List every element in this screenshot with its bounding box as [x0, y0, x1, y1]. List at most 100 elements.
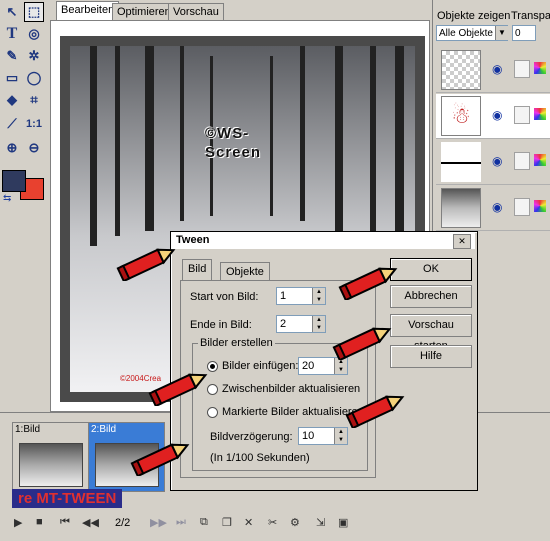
frame-label: 2:Bild	[91, 424, 117, 435]
snowman-icon: ☃	[451, 103, 471, 128]
layer-row[interactable]: ☃ ◉	[436, 94, 550, 139]
dialog-title: Tween	[176, 234, 210, 246]
frame-counter: 2/2	[115, 517, 131, 529]
wand-tool-icon[interactable]: ✲	[24, 46, 44, 66]
eye-icon[interactable]: ◉	[492, 200, 502, 214]
eye-icon[interactable]: ◉	[492, 154, 502, 168]
layer-color-icon	[534, 154, 546, 166]
tab-bild[interactable]: Bild	[182, 259, 213, 281]
update-marked-radio[interactable]	[207, 407, 218, 418]
layer-row[interactable]: ◉	[436, 140, 550, 185]
dialog-titlebar	[171, 232, 475, 249]
delay-unit-label: (In 1/100 Sekunden)	[210, 452, 310, 464]
tab-optimieren[interactable]: Optimieren	[112, 3, 176, 20]
actual-size-tool[interactable]: 1:1	[24, 114, 44, 134]
help-button[interactable]: Hilfe	[390, 345, 472, 368]
start-label: Start von Bild:	[190, 291, 259, 303]
pencil-pointer-icon	[130, 443, 190, 476]
delay-input[interactable]: 10 ▲ ▼	[298, 427, 348, 445]
layer-color-icon	[534, 108, 546, 120]
layer-thumbnail: ☃	[441, 96, 481, 136]
text-tool-icon[interactable]: T	[2, 24, 22, 44]
start-frame-value: 1	[280, 290, 287, 302]
tab-objekte[interactable]: Objekte	[220, 262, 270, 281]
next-frame-icon[interactable]: ▶▶	[150, 516, 167, 529]
export-icon[interactable]: ▣	[338, 516, 348, 529]
layer-thumbnail	[441, 142, 481, 182]
layer-link-box[interactable]	[514, 198, 530, 216]
delay-label: Bildverzögerung:	[210, 431, 293, 443]
frame-thumbnail	[19, 443, 83, 487]
tab-bearbeiten[interactable]: Bearbeiten	[56, 1, 120, 21]
end-label: Ende in Bild:	[190, 319, 252, 331]
layer-thumbnail	[441, 50, 481, 90]
eraser-tool-icon[interactable]: ▭	[2, 68, 22, 88]
spinner-arrows-icon[interactable]: ▲ ▼	[334, 428, 347, 444]
insert-frames-label: Bilder einfügen:	[222, 360, 299, 372]
start-frame-input[interactable]: 1 ▲ ▼	[276, 287, 326, 305]
pencil-pointer-icon	[338, 267, 398, 300]
end-frame-input[interactable]: 2 ▲ ▼	[276, 315, 326, 333]
properties-icon[interactable]: ⚙	[290, 516, 300, 529]
pencil-pointer-icon	[148, 373, 208, 406]
eye-icon[interactable]: ◉	[492, 108, 502, 122]
eye-icon[interactable]: ◉	[492, 62, 502, 76]
pencil-pointer-icon	[116, 248, 176, 281]
swap-colors-icon[interactable]: ⇆	[3, 193, 11, 204]
play-icon[interactable]: ▶	[14, 516, 22, 529]
foreground-color-swatch[interactable]	[2, 170, 26, 192]
zoom-in-icon[interactable]: ⊕	[2, 138, 22, 158]
preview-button[interactable]: Vorschau starten	[390, 314, 472, 352]
frame-label: 1:Bild	[15, 424, 41, 435]
layer-thumbnail	[441, 188, 481, 228]
layer-link-box[interactable]	[514, 152, 530, 170]
lasso-tool-icon[interactable]: ◯	[24, 68, 44, 88]
group-title: Bilder erstellen	[198, 337, 275, 349]
stop-icon[interactable]: ■	[36, 516, 43, 528]
spinner-arrows-icon[interactable]: ▲ ▼	[312, 316, 325, 332]
rotate-tool-icon[interactable]: ◎	[24, 24, 44, 44]
transparency-label: Transpar	[511, 10, 550, 22]
fill-tool-icon[interactable]: ◆	[2, 90, 22, 110]
tween-icon[interactable]: ✂	[268, 516, 277, 529]
first-frame-icon[interactable]: ⏮	[60, 516, 70, 529]
end-frame-value: 2	[280, 318, 287, 330]
pencil-pointer-icon	[332, 327, 392, 360]
layer-row[interactable]: ◉	[436, 186, 550, 231]
update-frames-label: Zwischenbilder aktualisieren	[222, 383, 361, 395]
tab-vorschau[interactable]: Vorschau	[168, 3, 224, 20]
duplicate-frame-icon[interactable]: ❐	[222, 516, 232, 529]
layer-link-box[interactable]	[514, 106, 530, 124]
delay-value: 10	[302, 430, 315, 442]
layers-show-label: Objekte zeigen	[437, 10, 511, 22]
layer-color-icon	[534, 200, 546, 212]
document-tabs: Bearbeiten Optimieren Vorschau	[50, 0, 430, 21]
layer-row[interactable]: ◉	[436, 48, 550, 93]
new-frame-icon[interactable]: ⧉	[200, 516, 208, 529]
zoom-out-icon[interactable]: ⊖	[24, 138, 44, 158]
prev-frame-icon[interactable]: ◀◀	[82, 516, 99, 529]
crop-tool-icon[interactable]: ⌗	[24, 90, 44, 110]
ok-button[interactable]: OK	[390, 258, 472, 281]
tween-caption: re MT-TWEEN	[12, 489, 123, 508]
transparency-input[interactable]: 0	[512, 25, 536, 41]
spinner-arrows-icon[interactable]: ▲ ▼	[312, 288, 325, 304]
cancel-button[interactable]: Abbrechen	[390, 285, 472, 308]
layer-link-box[interactable]	[514, 60, 530, 78]
spinner-arrows-icon[interactable]: ▲ ▼	[334, 358, 347, 374]
chevron-down-icon[interactable]: ▼	[495, 26, 508, 40]
select-tool-icon[interactable]: ⬚	[24, 2, 44, 22]
close-icon[interactable]: ✕	[453, 234, 471, 249]
watermark-text: ©WS- Screen	[205, 125, 262, 161]
layer-color-icon	[534, 62, 546, 74]
playback-toolbar: ▶ ■ ⏮ ◀◀ ▶▶ ⏭ ⧉ ❐ ✕ ✂ ⚙ ⇲ ▣	[0, 512, 360, 534]
eyedropper-tool-icon[interactable]: ⟋	[2, 114, 22, 134]
optimize-icon[interactable]: ⇲	[316, 516, 325, 529]
delete-frame-icon[interactable]: ✕	[244, 516, 253, 529]
pencil-pointer-icon	[345, 395, 405, 428]
insert-count-value: 20	[302, 360, 315, 372]
brush-tool-icon[interactable]: ✎	[2, 46, 22, 66]
arrow-tool-icon[interactable]: ↖	[2, 2, 22, 22]
last-frame-icon[interactable]: ⏭	[176, 516, 186, 529]
frame-1[interactable]: 1:Bild	[12, 422, 89, 492]
